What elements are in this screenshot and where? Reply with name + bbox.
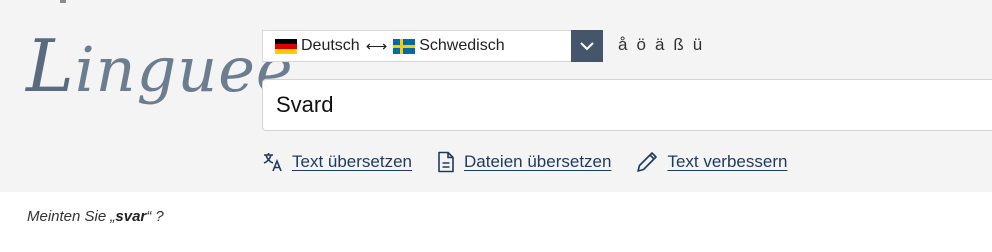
translate-files-link[interactable]: Dateien übersetzen xyxy=(436,151,611,173)
tool-links: Text übersetzen Dateien übersetzen Text … xyxy=(262,148,811,176)
translate-files-label: Dateien übersetzen xyxy=(464,152,612,171)
target-language-label: Schwedisch xyxy=(419,37,505,54)
logo-rest: inguee xyxy=(74,33,294,106)
special-characters: å ö ä ß ü xyxy=(618,35,702,57)
search-input[interactable] xyxy=(263,80,992,130)
did-you-mean-prefix: Meinten Sie xyxy=(27,208,111,225)
linguee-logo[interactable]: Linguee xyxy=(26,26,294,106)
close-quote: “ ? xyxy=(146,208,164,225)
language-pair-display[interactable]: Deutsch ⟷ Schwedisch xyxy=(263,31,571,61)
document-icon xyxy=(438,151,454,173)
language-dropdown-button[interactable] xyxy=(571,30,603,62)
source-language-label: Deutsch xyxy=(301,37,360,54)
bidirectional-arrow-icon: ⟷ xyxy=(365,38,388,55)
special-char-button[interactable]: ö xyxy=(636,35,645,57)
pencil-icon xyxy=(637,152,658,172)
top-edge-mark xyxy=(60,0,66,3)
translate-icon xyxy=(263,153,282,172)
german-flag-icon xyxy=(275,38,297,54)
language-pair-select[interactable]: Deutsch ⟷ Schwedisch xyxy=(262,30,603,62)
translate-text-link[interactable]: Text übersetzen xyxy=(262,152,412,172)
special-char-button[interactable]: ä xyxy=(655,35,664,57)
chevron-down-icon xyxy=(580,41,594,50)
special-char-button[interactable]: å xyxy=(618,35,627,57)
swedish-flag-icon xyxy=(393,38,416,54)
header: Linguee Deutsch ⟷ Schwedisch å ö ä ß ü S… xyxy=(0,0,992,192)
special-char-button[interactable]: ß xyxy=(673,35,683,57)
translate-text-label: Text übersetzen xyxy=(292,152,413,171)
suggested-term-link[interactable]: svar xyxy=(115,208,146,225)
did-you-mean: Meinten Sie „svar“ ? xyxy=(27,208,164,230)
improve-text-label: Text verbessern xyxy=(667,152,788,171)
search-box xyxy=(262,79,992,131)
logo-initial: L xyxy=(26,24,75,108)
improve-text-link[interactable]: Text verbessern xyxy=(635,150,787,174)
special-char-button[interactable]: ü xyxy=(693,35,702,57)
